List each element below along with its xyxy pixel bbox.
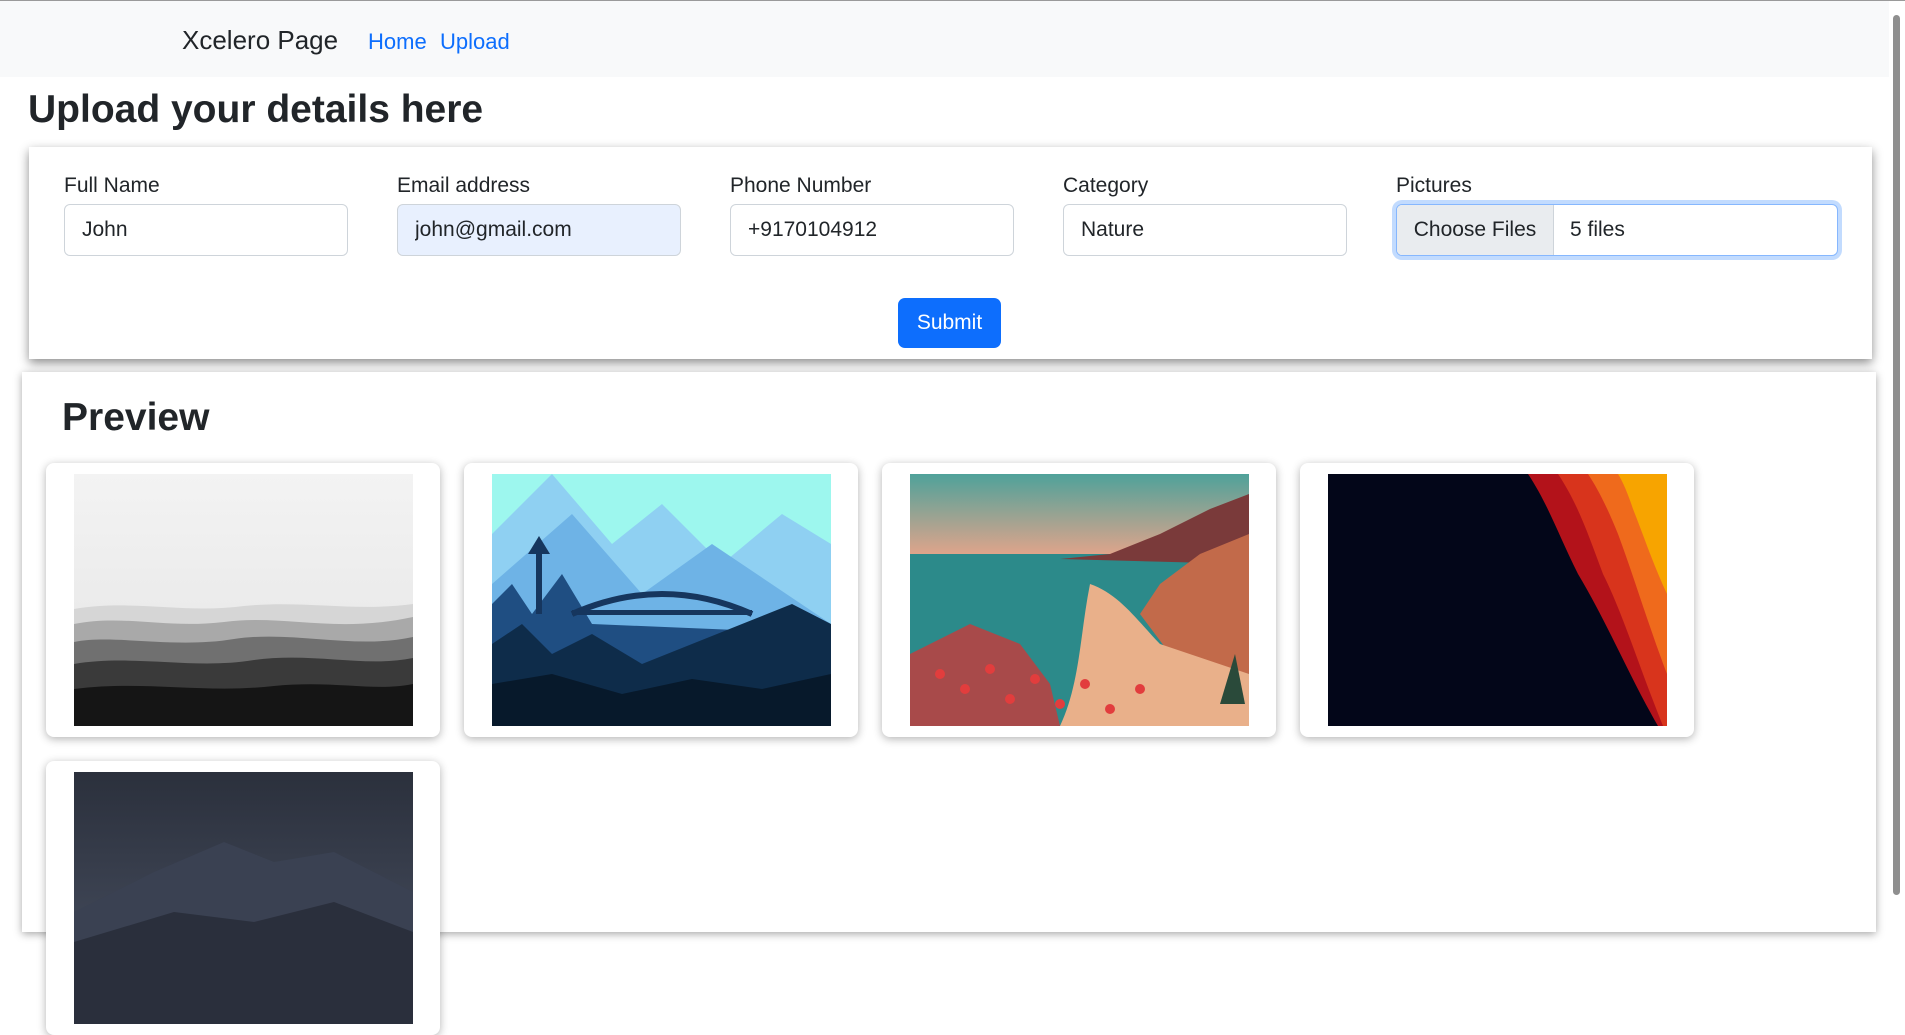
navbar-brand[interactable]: Xcelero Page: [182, 25, 338, 56]
upload-form-card: Full Name Email address Phone Number Cat…: [29, 147, 1872, 359]
pictures-label: Pictures: [1396, 174, 1472, 197]
file-count-text: 5 files: [1570, 218, 1625, 241]
submit-button[interactable]: Submit: [898, 298, 1001, 348]
blue-bridge-forest-image: [492, 474, 831, 726]
preview-title: Preview: [62, 396, 210, 439]
pictures-field: Pictures Choose Files 5 files: [1396, 174, 1838, 256]
page-title: Upload your details here: [28, 88, 484, 131]
preview-card: Preview: [22, 372, 1876, 1035]
full-name-input[interactable]: [64, 204, 348, 256]
email-field: Email address: [397, 174, 681, 256]
category-field: Category: [1063, 174, 1347, 256]
category-label: Category: [1063, 174, 1149, 197]
choose-files-button[interactable]: Choose Files: [1397, 205, 1554, 255]
full-name-label: Full Name: [64, 174, 160, 197]
preview-thumbnail: [882, 463, 1276, 737]
phone-label: Phone Number: [730, 174, 872, 197]
grayscale-mountains-image: [74, 474, 413, 726]
page-scrollbar[interactable]: [1889, 1, 1905, 897]
email-label: Email address: [397, 174, 531, 197]
email-input[interactable]: [397, 204, 681, 256]
category-input[interactable]: [1063, 204, 1347, 256]
phone-input[interactable]: [730, 204, 1014, 256]
pictures-file-input[interactable]: Choose Files 5 files: [1396, 204, 1838, 256]
coastal-sunset-flowers-image: [910, 474, 1249, 726]
dusk-mountain-image: [74, 772, 413, 1024]
phone-field: Phone Number: [730, 174, 1014, 256]
full-name-field: Full Name: [64, 174, 348, 256]
preview-thumbnail: [46, 463, 440, 737]
preview-thumbnail: [46, 761, 440, 1035]
nav-link-upload[interactable]: Upload: [440, 29, 510, 55]
dark-lava-layers-image: [1328, 474, 1667, 726]
navbar: Xcelero Page Home Upload: [0, 1, 1905, 77]
preview-thumbnail: [1300, 463, 1694, 737]
nav-link-home[interactable]: Home: [368, 29, 427, 55]
scrollbar-thumb[interactable]: [1893, 15, 1900, 895]
preview-thumbnail: [464, 463, 858, 737]
